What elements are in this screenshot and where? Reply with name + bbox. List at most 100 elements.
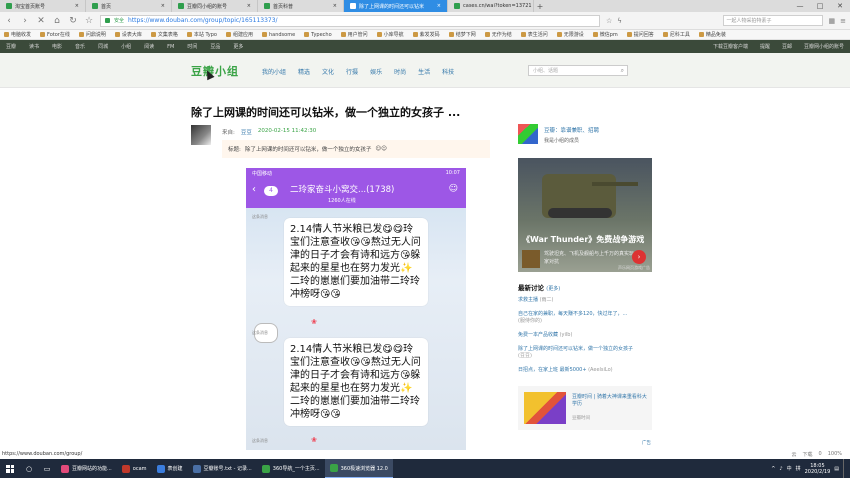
browser-tab[interactable]: cases.cn/wai?token=13721× <box>448 0 534 12</box>
close-tab-icon[interactable]: × <box>161 3 165 9</box>
browser-tab[interactable]: 豆瓣同小组的账号 × <box>172 0 258 12</box>
minimize-icon[interactable]: — <box>790 0 810 12</box>
menu-icon[interactable]: ≡ <box>840 17 846 25</box>
clock[interactable]: 18:05 2020/2/19 <box>805 463 831 475</box>
bookmark-item[interactable]: 无作为结 <box>484 31 512 38</box>
discussion-item[interactable]: 自己在家的兼职，每天赚不多120，快过年了，... (服侍你的) <box>518 311 654 325</box>
reload-icon[interactable]: ↻ <box>68 16 78 26</box>
search-icon[interactable]: ⌕ <box>621 67 624 75</box>
group-nav-item[interactable]: 娱乐 <box>370 67 382 76</box>
task-view-icon[interactable]: ▭ <box>38 465 56 473</box>
browser-tab[interactable]: 淘宝首页账号 × <box>0 0 86 12</box>
group-nav-item[interactable]: 文化 <box>322 67 334 76</box>
promo-card[interactable]: 豆瓣时间 | 骑着大神课来重看科大学历 豆瓣时间 <box>518 386 652 430</box>
lightning-icon[interactable]: ϟ <box>617 17 622 25</box>
nav-item-read[interactable]: 阅读 <box>144 43 154 50</box>
forward-icon[interactable]: › <box>20 16 30 26</box>
browser-tab[interactable]: 首页科普 × <box>258 0 344 12</box>
group-nav-item[interactable]: 我的小组 <box>262 67 286 76</box>
back-icon[interactable]: ‹ <box>4 16 14 26</box>
close-tab-icon[interactable]: × <box>75 3 79 9</box>
notification-icon[interactable]: ▤ <box>834 466 839 472</box>
group-name-link[interactable]: 豆瓣：靠谱兼职、招聘 <box>544 126 599 134</box>
nav-item-city[interactable]: 同城 <box>98 43 108 50</box>
account-menu[interactable]: 豆瓣网小组的账号 <box>804 43 844 50</box>
browser-tab-active[interactable]: 除了上网课的时间还可以钻米 × <box>344 0 448 12</box>
taskbar-app[interactable]: 豆瓣网站的功能... <box>56 459 117 478</box>
new-tab-button[interactable]: + <box>534 0 546 12</box>
maximize-icon[interactable]: □ <box>810 0 830 12</box>
start-button[interactable] <box>0 459 20 478</box>
nav-item-movie[interactable]: 电影 <box>52 43 62 50</box>
group-nav-item[interactable]: 生活 <box>418 67 430 76</box>
close-tab-icon[interactable]: × <box>437 3 441 9</box>
group-avatar[interactable] <box>518 124 538 144</box>
nav-item-fm[interactable]: FM <box>167 44 174 50</box>
bookmark-item[interactable]: Typecho <box>304 32 332 38</box>
bookmark-item[interactable]: 提问回答 <box>626 31 654 38</box>
bookmark-star-icon[interactable]: ☆ <box>84 16 94 26</box>
bookmark-item[interactable]: 电脑收发 <box>4 31 31 38</box>
bookmark-item[interactable]: 问鼎说明 <box>78 31 106 38</box>
close-tab-icon[interactable]: × <box>247 3 251 9</box>
group-search-input[interactable]: 小组、话题 ⌕ <box>528 65 628 76</box>
bookmark-item[interactable]: 表生活问 <box>520 31 548 38</box>
bookmark-item[interactable]: 组建应用 <box>225 31 253 38</box>
group-nav-item[interactable]: 科技 <box>442 67 454 76</box>
nav-item-market[interactable]: 豆品 <box>210 43 220 50</box>
zoom-level[interactable]: 100% <box>828 451 842 458</box>
bookmark-item[interactable]: 无限游设 <box>556 31 584 38</box>
author-link[interactable]: 豆豆 <box>241 128 252 136</box>
nav-item-time[interactable]: 时间 <box>187 43 197 50</box>
browser-search-input[interactable]: 一起人物采拍特素子 <box>722 15 823 26</box>
apps-icon[interactable]: ▦ <box>829 17 836 25</box>
bookmark-item[interactable]: 小库导航 <box>376 31 404 38</box>
close-window-icon[interactable]: ✕ <box>830 0 850 12</box>
taskbar-app[interactable]: 表创建 <box>152 459 188 478</box>
bookmark-item[interactable]: 用户管问 <box>340 31 368 38</box>
download-app-link[interactable]: 下载豆瓣客户端 <box>713 43 748 50</box>
discussion-item[interactable]: 除了上网课的时间还可以钻米，做一个独立的女孩子 (豆豆) <box>518 346 654 360</box>
more-link[interactable]: (更多) <box>546 286 560 292</box>
nav-item-group[interactable]: 小组 <box>121 43 131 50</box>
avatar[interactable] <box>191 125 211 145</box>
group-logo[interactable]: 豆瓣小组 <box>191 63 239 79</box>
group-nav-item[interactable]: 精选 <box>298 67 310 76</box>
bookmark-item[interactable]: handsome <box>261 32 295 38</box>
bookmark-item[interactable]: 结梦下网 <box>448 31 476 38</box>
discussion-item[interactable]: 求救主播 (雨二) <box>518 297 654 304</box>
taskbar-app[interactable]: 豆瓣账号.txt - 记录... <box>188 459 257 478</box>
volume-icon[interactable]: ♪ <box>779 466 782 472</box>
taskbar-app[interactable]: 360极速浏览器 12.0 <box>324 459 393 478</box>
arrow-right-icon[interactable]: › <box>632 250 646 264</box>
bookmark-item[interactable]: 精品免装 <box>698 31 726 38</box>
nav-item-douban[interactable]: 豆瓣 <box>6 43 16 50</box>
show-desktop-button[interactable] <box>843 459 846 478</box>
close-tab-icon[interactable]: × <box>333 3 337 9</box>
bookmark-item[interactable]: 设表大库 <box>114 31 142 38</box>
game-ad[interactable]: 《War Thunder》免费战争游戏 驾驶坦克、飞机及舰船与上千万的真实玩家对… <box>518 158 652 272</box>
discussion-item[interactable]: 免费一本产品收藏 (yilb) <box>518 332 654 339</box>
discussion-item[interactable]: 日招点，在家上班 最新5000+ (AeelsiLo) <box>518 367 654 374</box>
nav-item-book[interactable]: 读书 <box>29 43 39 50</box>
home-icon[interactable]: ⌂ <box>52 16 62 26</box>
group-nav-item[interactable]: 行摄 <box>346 67 358 76</box>
bookmark-item[interactable]: Fotor在线 <box>40 31 70 38</box>
search-icon[interactable]: ○ <box>20 465 38 473</box>
taskbar-app[interactable]: 360导航_一个主页... <box>257 459 325 478</box>
browser-tab[interactable]: 首页 × <box>86 0 172 12</box>
nav-item-music[interactable]: 音乐 <box>75 43 85 50</box>
group-nav-item[interactable]: 时尚 <box>394 67 406 76</box>
bookmark-item[interactable]: 尼科工具 <box>662 31 690 38</box>
mail-link[interactable]: 豆邮 <box>782 43 792 50</box>
bookmark-item[interactable]: 紫发发码 <box>412 31 440 38</box>
bookmark-item[interactable]: 文集表格 <box>150 31 178 38</box>
taskbar-app[interactable]: ocam <box>117 459 152 478</box>
nav-item-more[interactable]: 更多 <box>233 43 243 50</box>
url-field[interactable]: 安全 https://www.douban.com/group/topic/16… <box>100 14 600 27</box>
stop-icon[interactable]: ✕ <box>36 16 46 26</box>
bookmark-item[interactable]: 微信pm <box>592 31 618 38</box>
bookmark-item[interactable]: 本站 Typo <box>186 31 217 38</box>
notifications-link[interactable]: 提醒 <box>760 43 770 50</box>
star-icon[interactable]: ☆ <box>606 17 612 25</box>
